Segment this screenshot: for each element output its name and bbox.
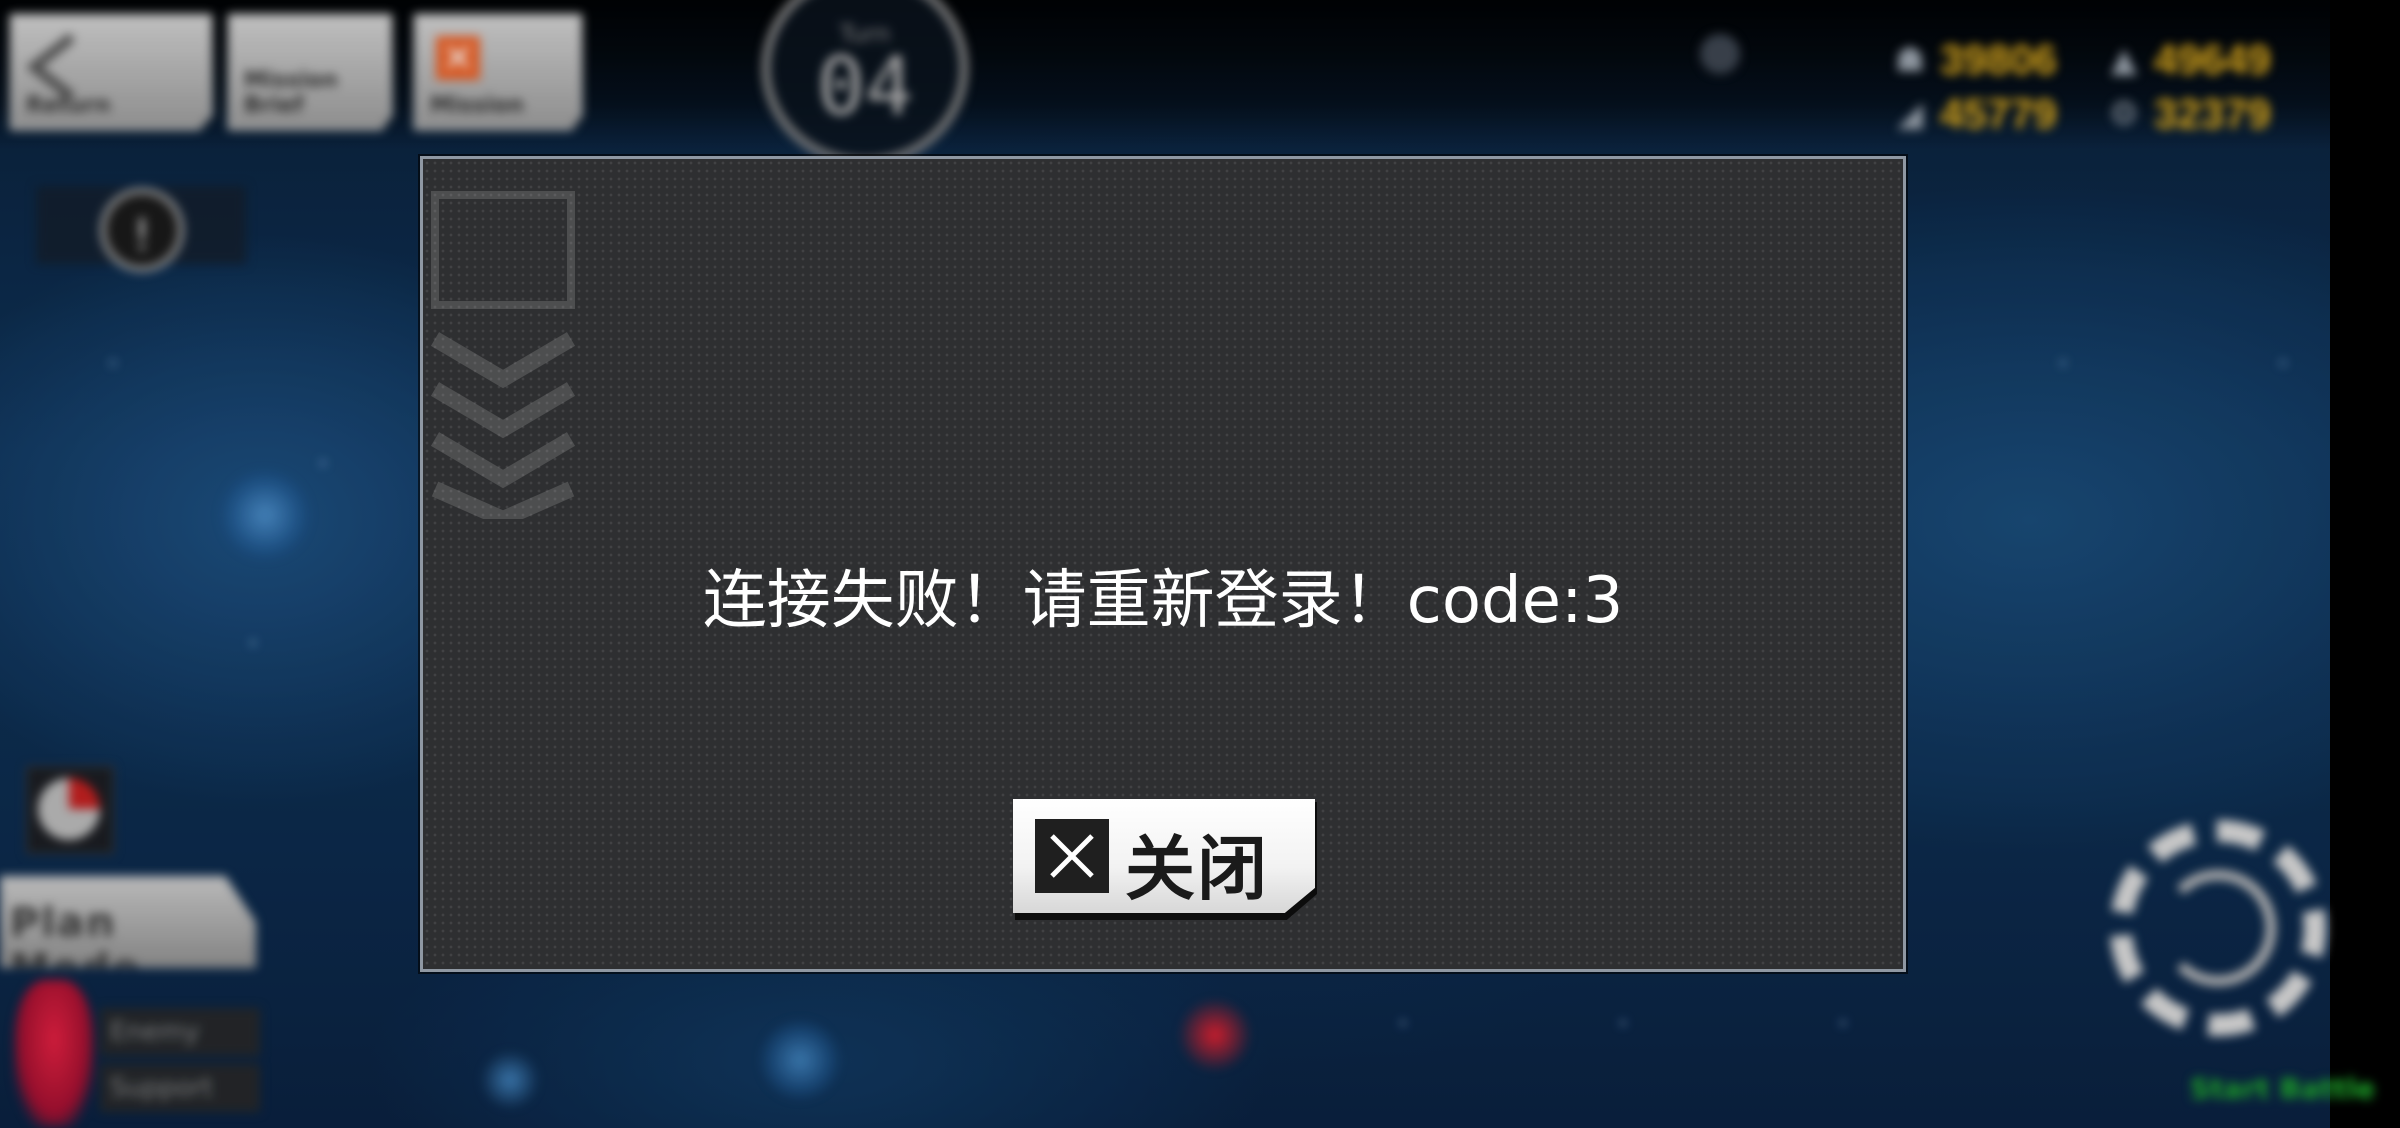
close-icon: [1035, 819, 1109, 893]
close-button-label: 关闭: [1125, 827, 1269, 910]
error-message: 连接失败！请重新登录！code:3: [702, 564, 1624, 638]
close-button[interactable]: 关闭: [1013, 799, 1315, 913]
screen-edge: [2330, 0, 2400, 1128]
game-screen: Return Mission Brief ✕ Mission Turn 04 ☗…: [0, 0, 2400, 1128]
error-dialog: 连接失败！请重新登录！code:3 关闭: [420, 156, 1906, 972]
emblem-watermark-icon: [430, 191, 576, 519]
